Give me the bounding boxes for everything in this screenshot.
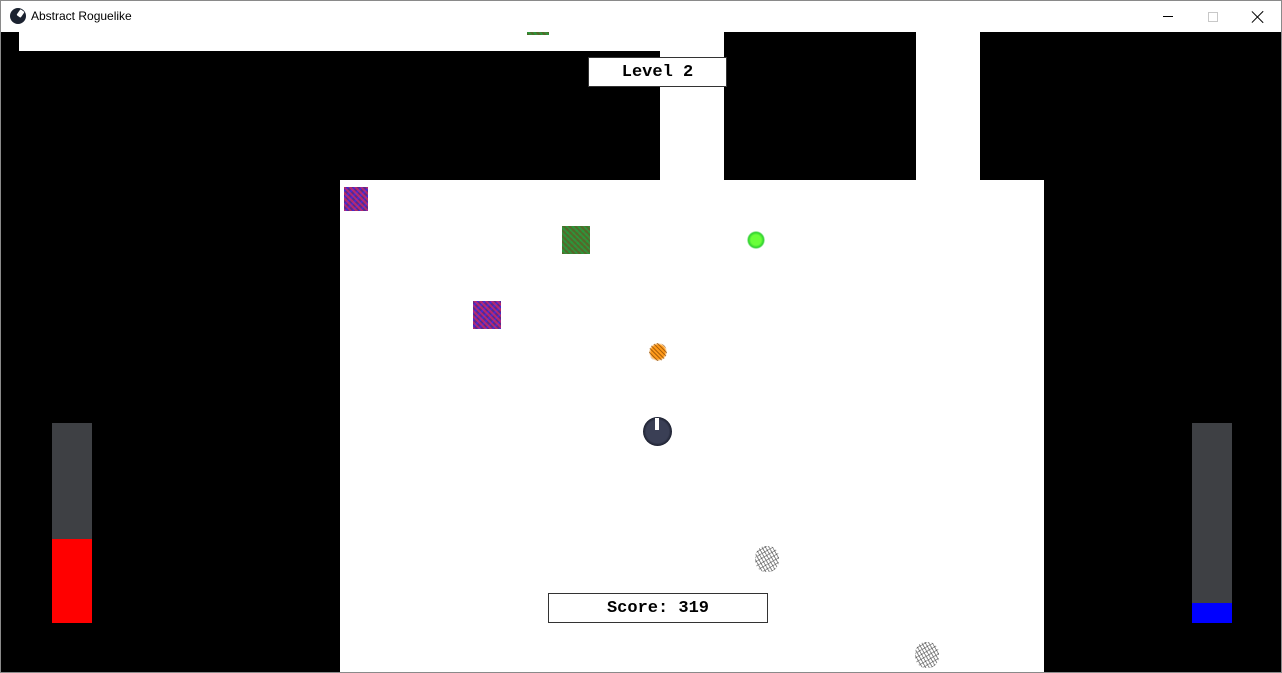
player-gun xyxy=(655,418,659,430)
close-icon xyxy=(1251,10,1265,24)
app-icon xyxy=(10,8,26,24)
enemy-green-square xyxy=(527,32,549,35)
close-button[interactable] xyxy=(1235,1,1281,32)
health-bar-fill xyxy=(52,539,92,623)
window-title: Abstract Roguelike xyxy=(31,9,132,23)
enemy-purple-square xyxy=(473,301,501,329)
enemy-scribble xyxy=(755,546,779,572)
health-bar xyxy=(52,423,92,623)
enemy-scribble xyxy=(915,642,939,668)
floor-top-strip xyxy=(19,32,660,51)
maximize-icon xyxy=(1208,11,1218,22)
game-canvas[interactable]: Level 2 Score: 319 xyxy=(1,32,1281,672)
green-orb xyxy=(747,231,765,249)
title-bar: Abstract Roguelike xyxy=(1,1,1281,32)
minimize-button[interactable] xyxy=(1145,1,1191,32)
mana-bar xyxy=(1192,423,1232,623)
game-window: Abstract Roguelike Level 2 Score: 319 xyxy=(0,0,1282,673)
floor-corridor-left xyxy=(660,32,724,192)
orange-orb xyxy=(649,343,667,361)
level-indicator: Level 2 xyxy=(588,57,727,87)
player-character xyxy=(643,417,672,446)
score-display: Score: 319 xyxy=(548,593,768,623)
enemy-purple-square xyxy=(344,187,368,211)
maximize-button[interactable] xyxy=(1190,1,1236,32)
mana-bar-fill xyxy=(1192,603,1232,623)
minimize-icon xyxy=(1163,16,1173,17)
floor-corridor-right xyxy=(916,32,980,192)
enemy-green-square xyxy=(562,226,590,254)
